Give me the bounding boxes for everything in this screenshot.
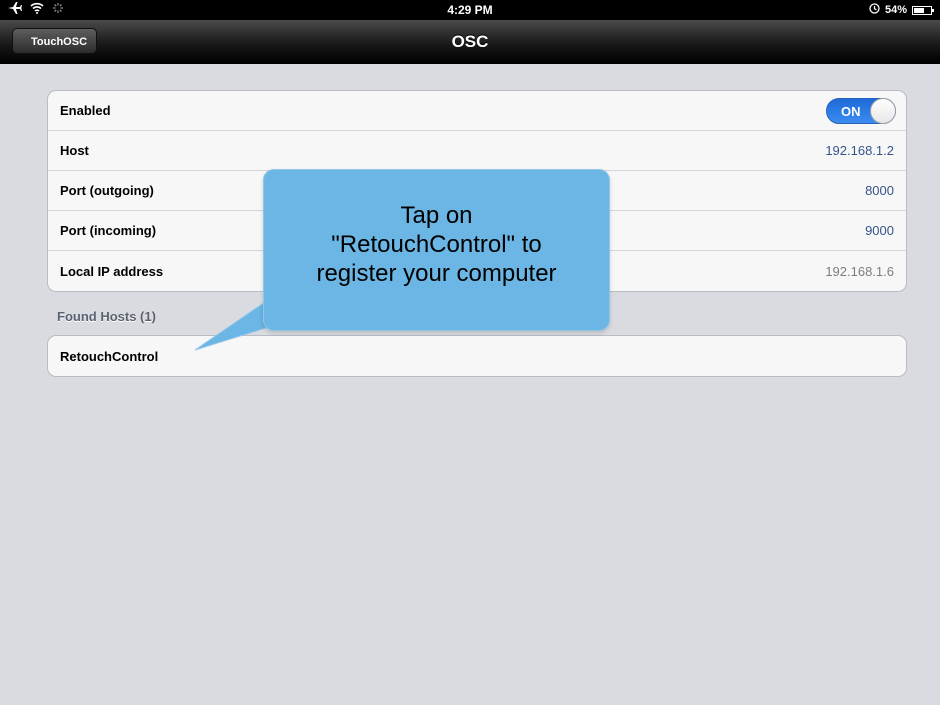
enabled-toggle[interactable]: ON: [826, 97, 896, 124]
enabled-label: Enabled: [60, 103, 111, 118]
status-right-icons: 54%: [869, 3, 934, 17]
found-hosts-header: Found Hosts (1): [57, 309, 156, 324]
port-outgoing-value: 8000: [865, 183, 894, 198]
enabled-row: Enabled ON: [48, 91, 906, 131]
status-bar: 4:29 PM 54%: [0, 0, 940, 20]
battery-percent: 54%: [884, 4, 907, 16]
battery-icon: [912, 5, 934, 15]
host-item-retouchcontrol[interactable]: RetouchControl: [48, 336, 906, 376]
host-item-label: RetouchControl: [60, 348, 159, 364]
status-time: 4:29 PM: [447, 3, 493, 17]
page-title: OSC: [451, 32, 489, 51]
found-hosts-group: RetouchControl: [47, 335, 907, 377]
port-incoming-value: 9000: [865, 223, 894, 238]
toggle-on-text: ON: [841, 103, 861, 119]
navigation-bar: TouchOSC OSC: [0, 20, 940, 64]
local-ip-value: 192.168.1.6: [825, 263, 894, 279]
callout-line-1: Tap on: [400, 202, 473, 229]
host-label: Host: [60, 143, 89, 158]
host-value: 192.168.1.2: [825, 143, 894, 158]
toggle-knob: [870, 97, 896, 124]
alarm-icon: [869, 3, 880, 17]
host-row[interactable]: Host 192.168.1.2: [48, 131, 906, 171]
instruction-callout: Tap on "RetouchControl" to register your…: [263, 169, 610, 331]
callout-line-3: register your computer: [316, 260, 557, 287]
callout-line-2: "RetouchControl" to: [331, 231, 542, 258]
